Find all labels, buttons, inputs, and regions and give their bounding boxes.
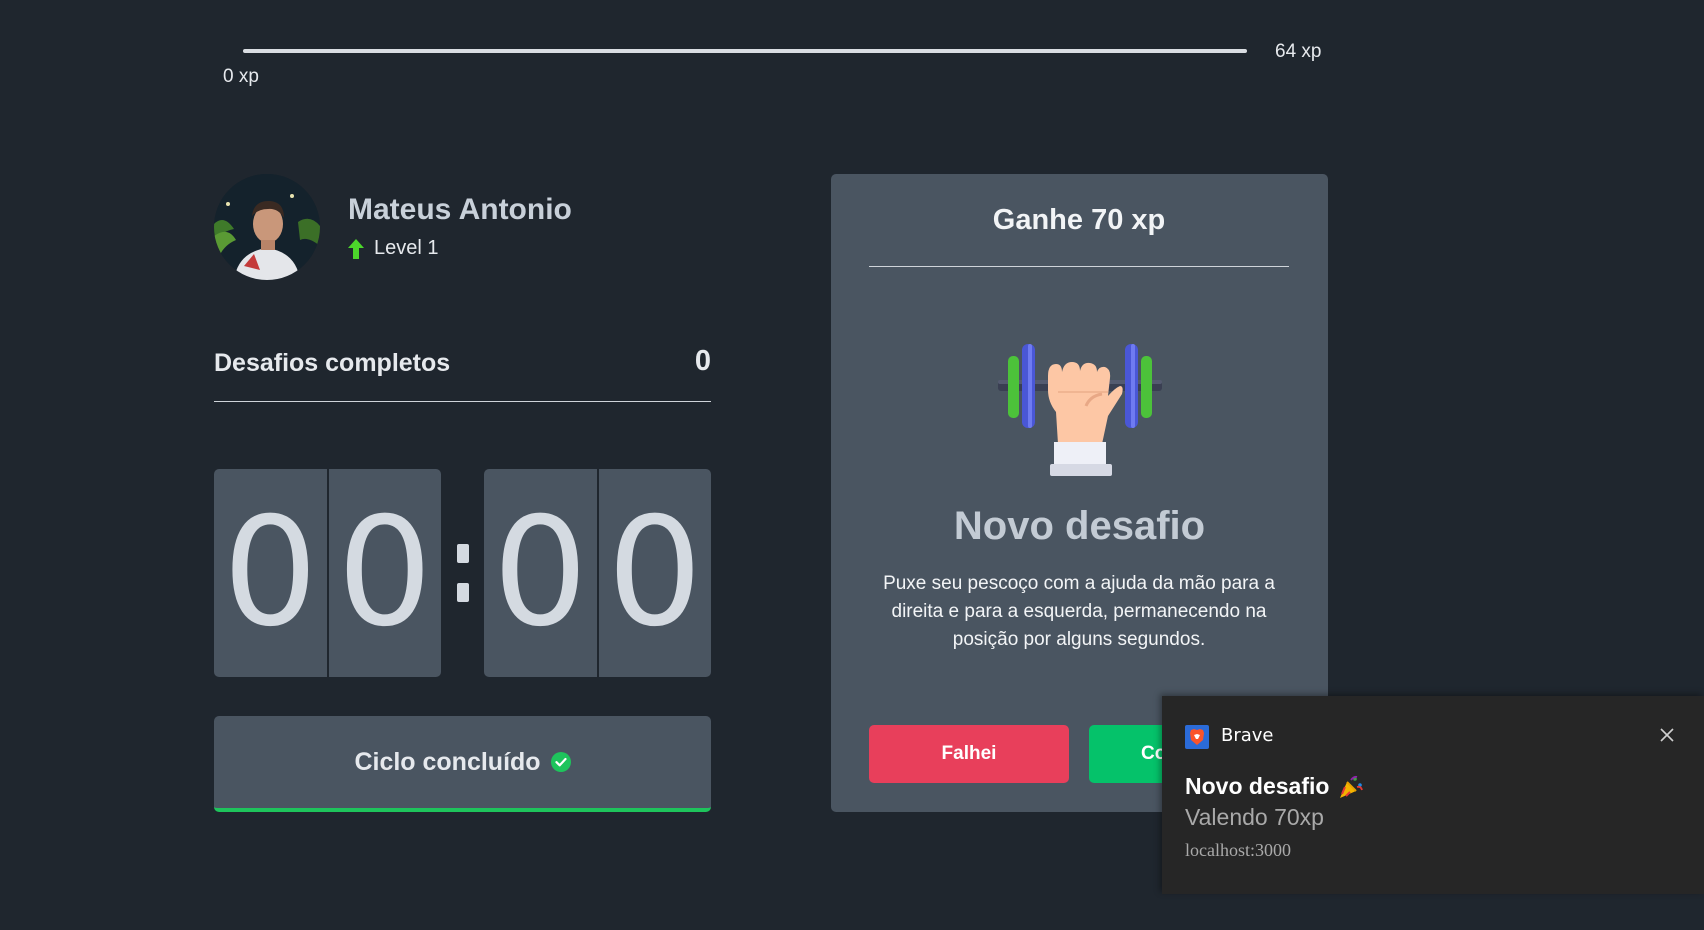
close-notification-button[interactable] (1652, 720, 1682, 750)
body-dumbbell-icon (998, 344, 1162, 476)
card-divider (869, 266, 1289, 267)
minutes-display: 0 0 (214, 469, 441, 677)
experience-track (243, 49, 1247, 53)
notification-title-row: Novo desafio (1185, 773, 1364, 800)
notification-title: Novo desafio (1185, 773, 1330, 799)
current-xp-label: 0 xp (223, 66, 259, 87)
level-label: Level 1 (374, 237, 439, 259)
check-circle-icon (550, 752, 571, 772)
time-separator (441, 469, 484, 677)
notification-origin: localhost:3000 (1185, 840, 1291, 860)
notification-app-name: Brave (1221, 725, 1274, 746)
minute-tens-digit: 0 (222, 486, 318, 660)
user-name: Mateus Antonio (348, 193, 572, 226)
brave-icon (1185, 725, 1209, 749)
level-up-icon (348, 238, 364, 259)
completed-challenges-label: Desafios completos (214, 349, 451, 377)
cycle-completed-label: Ciclo concluído (354, 747, 541, 776)
completed-challenges-count: 0 (694, 345, 711, 377)
challenge-heading: Novo desafio (953, 504, 1206, 548)
browser-notification[interactable]: Brave Novo desafio Valendo 70xp localhos… (1162, 696, 1704, 894)
next-level-xp-label: 64 xp (1275, 41, 1322, 62)
level-indicator: Level 1 (348, 237, 439, 260)
challenge-description: Puxe seu pescoço com a ajuda da mão para… (883, 573, 1275, 650)
challenge-reward: Ganhe 70 xp (992, 204, 1166, 236)
party-popper-icon (1340, 775, 1364, 798)
avatar (214, 174, 320, 280)
separator-dot-bottom (456, 583, 469, 602)
cycle-completed-button[interactable]: Ciclo concluído (214, 716, 711, 812)
seconds-display: 0 0 (484, 469, 711, 677)
second-ones-digit: 0 (596, 469, 712, 677)
completed-challenges: Desafios completos 0 (214, 345, 711, 402)
separator-dot-top (456, 544, 469, 563)
avatar-photo (214, 174, 320, 280)
countdown-timer: 0 0 0 0 (214, 469, 711, 677)
second-tens-digit: 0 (492, 486, 588, 660)
close-icon (1660, 728, 1674, 742)
failed-button[interactable]: Falhei (869, 725, 1069, 783)
minute-ones-digit: 0 (326, 469, 442, 677)
experience-bar: 0 xp 64 xp (0, 0, 1704, 100)
notification-subtitle: Valendo 70xp (1185, 804, 1324, 830)
